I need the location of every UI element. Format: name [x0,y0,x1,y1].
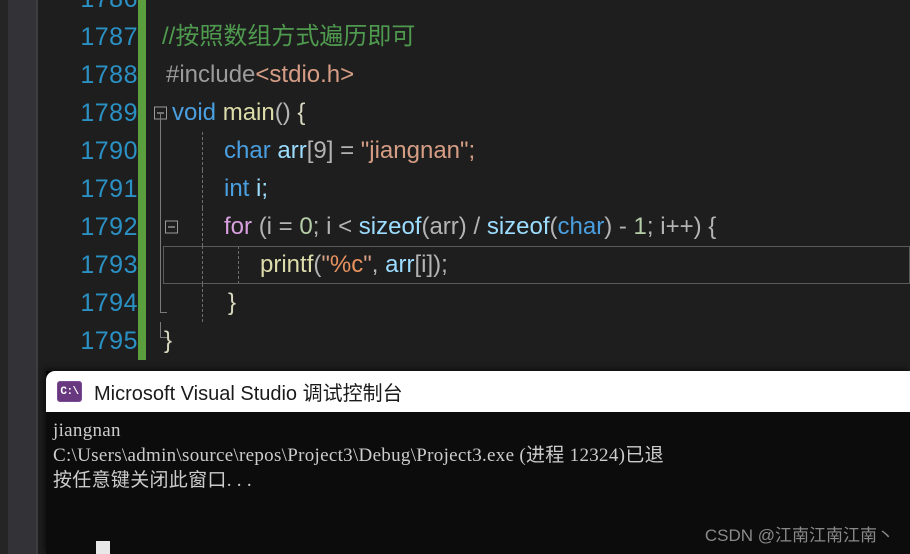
code-token-keyword-for: for [224,213,253,240]
code-token-brace-close-inner: } [228,289,237,316]
outlining-vertical-line [160,284,161,313]
change-bar [138,56,146,94]
window-edge-strip [0,0,8,554]
code-token-assign: = [340,137,355,164]
line-number: 1795 [80,327,138,355]
code-token-quote-close: " [363,251,372,278]
outlining-vertical-line [160,132,161,170]
console-output-line: C:\Users\admin\source\repos\Project3\Deb… [53,445,664,466]
code-token-function-printf: printf [260,251,314,278]
change-bar [138,246,146,284]
console-output-line: 按任意键关闭此窗口. . . [53,470,252,491]
code-token-brace-close-outer: } [164,327,173,354]
console-block-cursor [96,541,110,554]
code-token-identifier-arr-2: arr [385,251,415,278]
outlining-column [150,246,172,284]
code-token-brace-open: { [297,99,306,126]
line-number: 1791 [80,175,138,203]
code-token-keyword-void: void [172,99,217,126]
code-line[interactable]: 1787 //按照数组方式遍历即可 [38,18,910,56]
code-token-string-literal: "jiangnan"; [360,137,476,164]
code-line[interactable]: 1786 [38,0,910,18]
line-number: 1787 [80,23,138,51]
code-token-sizeof-arg-1: (arr) [421,213,467,240]
change-bar [138,208,146,246]
code-token-for-cond: ; i < [312,213,359,240]
line-number: 1789 [80,99,138,127]
code-token-comment: //按照数组方式遍历即可 [162,23,416,50]
code-token-number-one: 1 [633,213,647,240]
code-token-for-tail: ; i++) { [646,213,717,240]
screenshot-root: 1786 1787 //按照数组方式遍历即可 1788 #include<std… [0,0,910,554]
outlining-vertical-line [160,227,161,246]
indent-guide [202,246,203,284]
indent-guide [238,246,239,284]
change-bar [138,132,146,170]
code-token-identifier-i: i; [256,175,269,202]
code-line-current[interactable]: 1793 printf("%c", arr[i]); [38,246,910,284]
line-number: 1793 [80,251,138,279]
code-line[interactable]: 1791 int i; [38,170,910,208]
outlining-vertical-line [160,170,161,208]
code-token-sizeof-close: ) [604,213,613,240]
indent-guide [202,170,203,208]
code-token-parens: () [274,99,291,126]
console-app-icon: C:\ [57,381,82,402]
code-token-keyword-char: char [224,137,271,164]
outlining-column[interactable] [150,94,172,132]
code-token-comma: , [371,251,386,278]
code-token-sizeof-1: sizeof [358,213,422,240]
indent-guide [202,208,203,246]
code-token-keyword-int: int [224,175,250,202]
code-token-include-file: <stdio.h> [255,61,355,88]
line-number: 1786 [38,0,138,18]
code-token-printf-close: ); [433,251,448,278]
code-token-preprocessor: #include [166,61,256,88]
code-token-identifier-arr: arr [277,137,307,164]
code-token-for-init: (i = [258,213,300,240]
code-token-function-main: main [222,99,275,126]
line-number: 1794 [80,289,138,317]
code-token-array-index-i: [i] [414,251,434,278]
code-token-format-specifier: %c [329,251,364,278]
code-token-sizeof-2: sizeof [486,213,550,240]
change-bar [138,284,146,322]
code-token-sizeof-open: ( [549,213,558,240]
outlining-vertical-line [160,246,161,284]
console-title-bar[interactable]: C:\ Microsoft Visual Studio 调试控制台 [46,371,910,412]
code-line[interactable]: 1794 } [38,284,910,322]
line-number: 1788 [80,61,138,89]
change-bar [138,322,146,360]
code-line[interactable]: 1788 #include<stdio.h> [38,56,910,94]
indent-guide [202,284,203,322]
code-line[interactable]: 1789 void main() { [38,94,910,132]
collapse-minus-icon[interactable] [165,220,178,234]
console-output-line: jiangnan [53,420,121,441]
indent-guide [202,132,203,170]
code-token-quote-open: " [321,251,330,278]
code-token-keyword-char-2: char [557,213,605,240]
outlining-vertical-line [160,113,161,132]
csdn-watermark: CSDN @江南江南江南丶 [704,526,894,545]
code-token-minus: - [618,213,627,240]
outlining-end-marker [160,312,167,313]
code-token-number-zero: 0 [299,213,313,240]
ide-left-rail [8,0,36,554]
outlining-vertical-line [160,208,161,227]
change-bar [138,170,146,208]
code-token-array-size: [9] [306,137,334,164]
change-bar [138,0,146,18]
outlining-vertical-line [160,322,161,338]
change-bar [138,94,146,132]
line-number: 1790 [80,137,138,165]
code-line[interactable]: 1792 for (i = 0; i < sizeof(arr) / sizeo… [38,208,910,246]
outlining-column [150,284,172,322]
outlining-column [150,132,172,170]
outlining-column [150,170,172,208]
code-line[interactable]: 1795 } [38,322,910,360]
change-bar [138,18,146,56]
line-number: 1792 [80,213,138,241]
console-title-text: Microsoft Visual Studio 调试控制台 [94,383,403,405]
code-line[interactable]: 1790 char arr[9] = "jiangnan"; [38,132,910,170]
